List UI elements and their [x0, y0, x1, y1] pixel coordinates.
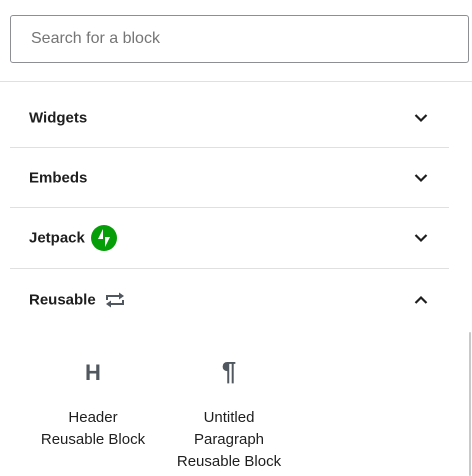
heading-icon: H	[85, 360, 101, 385]
block-item-label: Header Reusable Block	[40, 409, 146, 448]
chevron-up-icon	[414, 295, 428, 304]
panel-jetpack: Jetpack	[10, 208, 449, 269]
chevron-down-icon	[414, 114, 428, 123]
panel-widgets: Widgets	[10, 89, 449, 148]
panel-toggle-widgets[interactable]: Widgets	[10, 89, 449, 147]
panel-toggle-reusable[interactable]: Reusable	[10, 269, 449, 331]
panel-toggle-embeds[interactable]: Embeds	[10, 148, 449, 207]
panel-title-widgets: Widgets	[29, 109, 88, 127]
search-box[interactable]	[10, 15, 469, 63]
panel-title-reusable: Reusable	[29, 291, 96, 309]
paragraph-icon: ¶	[221, 356, 237, 386]
chevron-down-icon	[414, 234, 428, 243]
panel-title-embeds: Embeds	[29, 169, 88, 186]
block-item-header-reusable[interactable]: H Header Reusable Block	[23, 350, 163, 460]
panel-reusable: Reusable	[10, 269, 449, 331]
chevron-down-icon	[414, 173, 428, 182]
search-area	[0, 0, 472, 82]
jetpack-icon	[91, 225, 117, 251]
panel-embeds: Embeds	[10, 148, 449, 208]
scrollbar[interactable]	[469, 332, 471, 476]
reusable-icon	[106, 292, 124, 308]
block-item-label: Untitled Paragraph Reusable Block	[176, 409, 282, 470]
panel-toggle-jetpack[interactable]: Jetpack	[10, 208, 449, 268]
block-item-untitled-paragraph-reusable[interactable]: ¶ Untitled Paragraph Reusable Block	[159, 350, 299, 476]
search-input[interactable]	[11, 16, 468, 62]
panel-title-jetpack: Jetpack	[29, 229, 85, 247]
